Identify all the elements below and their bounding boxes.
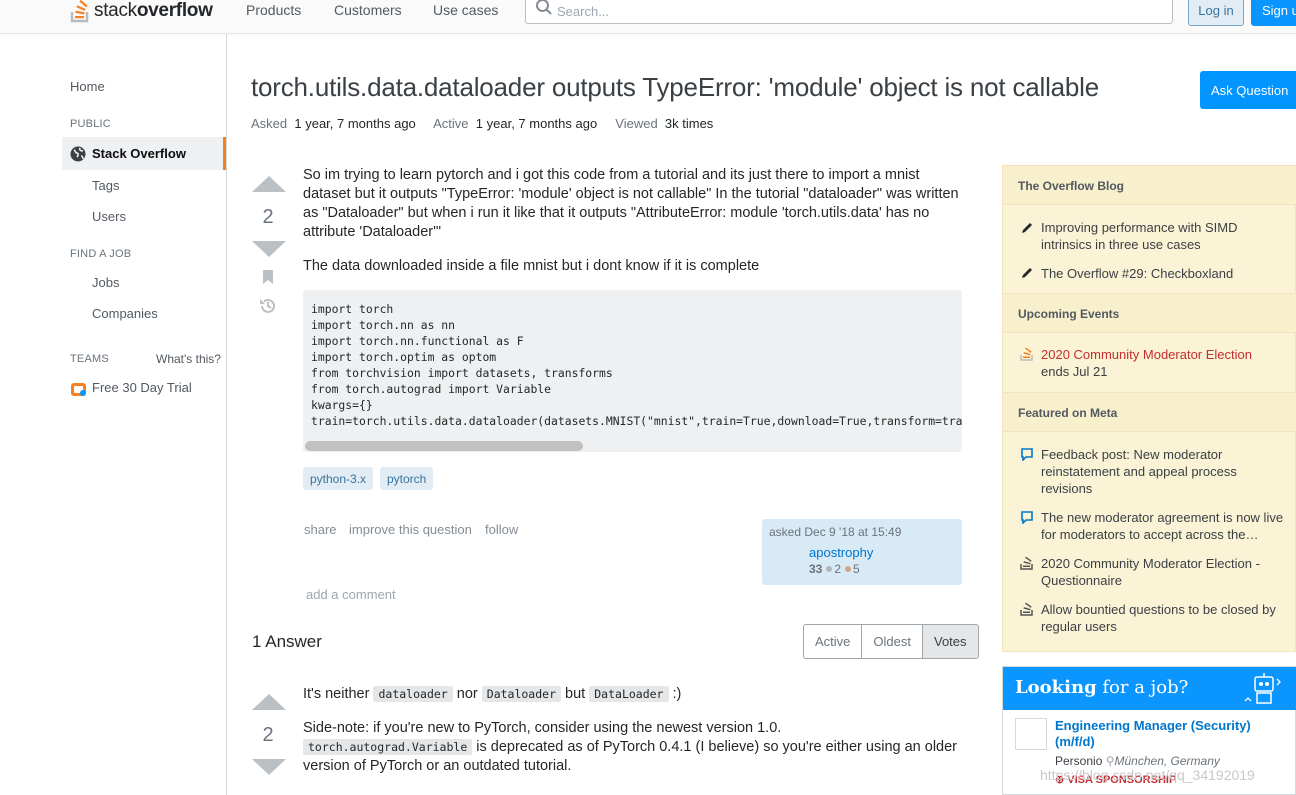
viewed-label: Viewed <box>615 116 658 131</box>
bookmark-icon[interactable] <box>262 269 274 285</box>
viewed-value: 3k times <box>664 116 714 131</box>
events-heading: Upcoming Events <box>1003 293 1296 333</box>
upvote-button[interactable] <box>252 176 286 192</box>
share-link[interactable]: share <box>304 522 337 537</box>
blog-heading: The Overflow Blog <box>1003 165 1296 205</box>
nav-section-teams: TEAMS <box>70 353 109 365</box>
sort-active-tab[interactable]: Active <box>804 625 863 658</box>
question-vote-count: 2 <box>262 206 274 228</box>
pencil-icon <box>1022 223 1032 233</box>
stackoverflow-logo[interactable]: stackoverflow <box>70 0 213 24</box>
answers-heading: 1 Answer <box>252 632 322 651</box>
teams-briefcase-icon <box>71 383 86 396</box>
stack-exchange-icon <box>1020 602 1033 616</box>
ask-question-button[interactable]: Ask Question <box>1200 71 1296 109</box>
code-horizontal-scrollbar[interactable] <box>305 441 583 451</box>
tag-pytorch[interactable]: pytorch <box>380 467 434 490</box>
answer-upvote-button[interactable] <box>252 694 286 710</box>
nav-free-trial[interactable]: Free 30 Day Trial <box>92 380 192 395</box>
brand-name: stackoverflow <box>94 0 213 21</box>
nav-use-cases[interactable]: Use cases <box>433 2 498 18</box>
robot-icon <box>1244 673 1281 704</box>
sort-oldest-tab[interactable]: Oldest <box>862 625 923 658</box>
nav-jobs[interactable]: Jobs <box>92 275 119 290</box>
owner-card: asked Dec 9 '18 at 15:49 apostrophy 33 2 5 <box>762 519 962 585</box>
globe-icon <box>70 146 86 161</box>
question-code-block: import torch import torch.nn as nn impor… <box>303 290 962 452</box>
meta-heading: Featured on Meta <box>1003 392 1296 432</box>
answer-vote-column: 2 <box>252 694 286 775</box>
question-meta: Asked 1 year, 7 months ago Active 1 year… <box>251 116 713 131</box>
search-placeholder: Search... <box>557 4 610 19</box>
pencil-icon <box>1022 268 1032 278</box>
signup-button[interactable]: Sign up <box>1251 0 1296 26</box>
whats-this-link[interactable]: What's this? <box>156 352 221 366</box>
login-button[interactable]: Log in <box>1188 0 1244 26</box>
bronze-badge-icon <box>845 566 852 573</box>
meta-post-1[interactable]: Feedback post: New moderator reinstateme… <box>1041 446 1291 497</box>
nav-tags[interactable]: Tags <box>92 178 119 193</box>
answer-downvote-button[interactable] <box>252 759 286 775</box>
event-end-date: ends Jul 21 <box>1041 364 1108 379</box>
follow-link[interactable]: follow <box>485 522 518 537</box>
company-logo[interactable] <box>1015 718 1047 750</box>
asked-value: 1 year, 7 months ago <box>294 116 416 131</box>
comment-icon <box>1021 448 1033 461</box>
location-pin-icon: ⚲ <box>1105 754 1115 768</box>
job-company-location: Personio ⚲München, Germany <box>1055 754 1220 768</box>
nav-customers[interactable]: Customers <box>334 2 402 18</box>
blog-post-2[interactable]: The Overflow #29: Checkboxland <box>1041 265 1291 282</box>
stack-overflow-small-icon <box>1020 347 1033 361</box>
answer-sort-tabs: Active Oldest Votes <box>803 624 979 659</box>
meta-post-4[interactable]: Allow bountied questions to be closed by… <box>1041 601 1291 635</box>
silver-badge-icon <box>826 566 833 573</box>
downvote-button[interactable] <box>252 241 286 257</box>
question-body-paragraph-1: So im trying to learn pytorch and i got … <box>303 167 959 240</box>
answer-paragraph-2: Side-note: if you're new to PyTorch, con… <box>303 720 958 774</box>
stack-exchange-icon <box>1020 556 1033 570</box>
nav-home[interactable]: Home <box>70 79 105 94</box>
nav-stack-overflow-label: Stack Overflow <box>92 146 186 161</box>
owner-username[interactable]: apostrophy <box>809 545 873 560</box>
owner-reputation: 33 2 5 <box>809 562 860 576</box>
nav-section-find-a-job: FIND A JOB <box>70 248 132 260</box>
event-item[interactable]: 2020 Community Moderator Election ends Ju… <box>1041 346 1291 380</box>
answer-vote-count: 2 <box>262 724 274 746</box>
owner-asked-time: asked Dec 9 '18 at 15:49 <box>769 525 902 539</box>
active-value[interactable]: 1 year, 7 months ago <box>476 116 597 131</box>
nav-stack-overflow[interactable]: Stack Overflow <box>62 137 226 170</box>
nav-section-public: PUBLIC <box>70 118 111 130</box>
asked-label: Asked <box>251 116 288 131</box>
sort-votes-tab[interactable]: Votes <box>922 625 978 658</box>
user-avatar[interactable] <box>769 545 801 577</box>
meta-post-2[interactable]: The new moderator agreement is now live … <box>1041 509 1291 543</box>
top-bar: stackoverflow Products Customers Use cas… <box>0 0 1296 34</box>
job-title-link[interactable]: Engineering Manager (Security) (m/f/d) <box>1055 718 1285 750</box>
history-icon[interactable] <box>258 296 278 316</box>
nav-users[interactable]: Users <box>92 209 126 224</box>
nav-products[interactable]: Products <box>246 2 301 18</box>
question-vote-column: 2 <box>252 176 286 319</box>
nav-companies[interactable]: Companies <box>92 306 158 321</box>
stack-logo-icon <box>70 0 89 23</box>
search-input[interactable]: Search... <box>525 0 1173 24</box>
add-comment-link[interactable]: add a comment <box>306 587 396 602</box>
answer-paragraph-1: It's neither dataloader nor Dataloader b… <box>303 686 682 702</box>
event-title[interactable]: 2020 Community Moderator Election <box>1041 347 1252 362</box>
comment-icon <box>1021 511 1033 524</box>
tag-python-3x[interactable]: python-3.x <box>303 467 374 490</box>
active-label: Active <box>433 116 469 131</box>
improve-question-link[interactable]: improve this question <box>349 522 472 537</box>
meta-post-3[interactable]: 2020 Community Moderator Election - Ques… <box>1041 555 1291 589</box>
blog-post-1[interactable]: Improving performance with SIMD intrinsi… <box>1041 219 1291 253</box>
watermark: https://blog.csdn.net/qq_34192019 <box>1040 767 1255 783</box>
question-body-paragraph-2: The data downloaded inside a file mnist … <box>303 258 760 274</box>
question-title[interactable]: torch.utils.data.dataloader outputs Type… <box>251 72 1099 103</box>
overflow-blog-widget: The Overflow Blog Improving performance … <box>1002 165 1296 652</box>
search-icon <box>536 0 552 15</box>
